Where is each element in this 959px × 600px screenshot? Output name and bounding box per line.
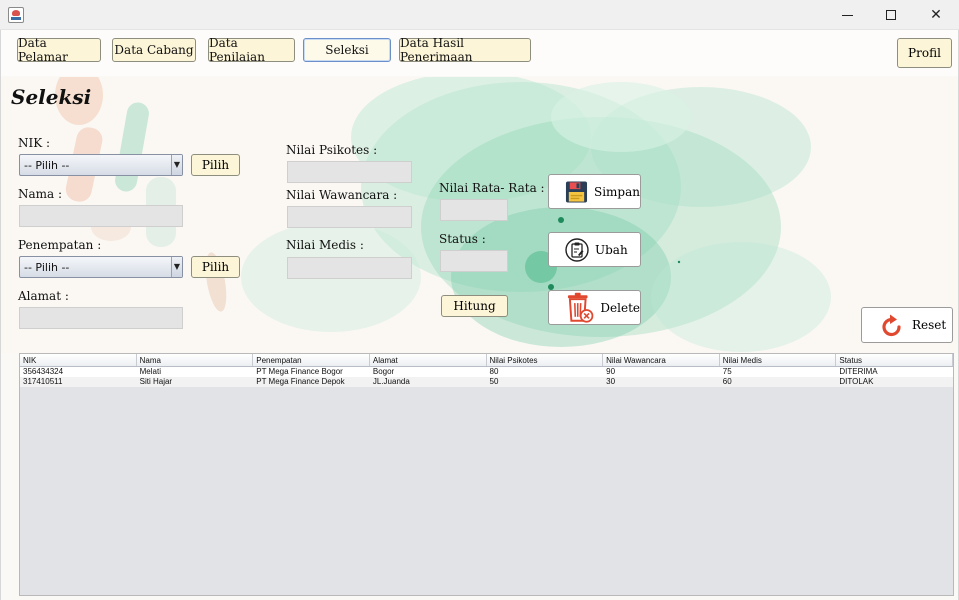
floppy-disk-icon <box>565 180 588 203</box>
pilih-penempatan-button[interactable]: Pilih <box>191 256 240 278</box>
table-cell: DITERIMA <box>839 367 878 376</box>
java-app-icon <box>8 7 24 23</box>
close-button[interactable]: ✕ <box>913 0 959 30</box>
table-cell: 317410511 <box>23 377 63 386</box>
column-header-nilai-psikotes[interactable]: Nilai Psikotes <box>487 354 604 366</box>
nav-data-penilaian-button[interactable]: Data Penilaian <box>208 36 295 64</box>
table-cell: 90 <box>606 367 616 376</box>
nama-field[interactable] <box>19 205 183 227</box>
nav-data-hasil-penerimaan-button[interactable]: Data Hasil Penerimaan <box>399 36 531 64</box>
ubah-button-label: Ubah <box>595 242 628 257</box>
nav-data-pelamar-button[interactable]: Data Pelamar <box>17 36 101 64</box>
reset-button[interactable]: Reset <box>861 307 953 343</box>
alamat-field[interactable] <box>19 307 183 329</box>
table-cell: 30 <box>606 377 616 386</box>
table-cell: JL.Juanda <box>372 377 410 386</box>
penempatan-label: Penempatan : <box>18 238 102 252</box>
close-icon: ✕ <box>930 7 942 23</box>
nik-label: NIK : <box>18 136 51 150</box>
minimize-icon <box>841 14 853 16</box>
trash-delete-icon <box>567 292 594 323</box>
nav-seleksi-button[interactable]: Seleksi <box>303 38 391 62</box>
column-header-status[interactable]: Status <box>836 354 953 366</box>
table-cell: Melati <box>139 367 161 376</box>
table-cell: 50 <box>489 377 499 386</box>
simpan-button-label: Simpan <box>593 184 640 199</box>
simpan-button[interactable]: Simpan <box>548 174 641 209</box>
hitung-button[interactable]: Hitung <box>441 295 508 317</box>
column-header-penempatan[interactable]: Penempatan <box>253 354 370 366</box>
table-cell: 60 <box>722 377 732 386</box>
table-cell: PT Mega Finance Depok <box>256 377 345 386</box>
column-header-alamat[interactable]: Alamat <box>370 354 487 366</box>
table-cell: 75 <box>722 367 732 376</box>
seleksi-form-panel: Seleksi NIK : -- Pilih -- ▼ Pilih Nama :… <box>1 77 958 353</box>
column-header-nik[interactable]: NIK <box>20 354 137 366</box>
nilai-wawancara-field[interactable] <box>287 206 412 228</box>
title-bar: ✕ <box>0 0 959 30</box>
nilai-psikotes-field[interactable] <box>287 161 412 183</box>
alamat-label: Alamat : <box>18 289 69 303</box>
reset-arrow-icon <box>882 314 901 337</box>
pilih-nik-button[interactable]: Pilih <box>191 154 240 176</box>
penempatan-combobox[interactable]: -- Pilih -- ▼ <box>19 256 183 278</box>
dropdown-arrow-icon[interactable]: ▼ <box>171 155 182 175</box>
table-row[interactable]: 317410511 Siti Hajar PT Mega Finance Dep… <box>20 377 953 387</box>
nik-combobox-value: -- Pilih -- <box>24 159 70 172</box>
nav-data-cabang-button[interactable]: Data Cabang <box>112 38 196 62</box>
table-cell: PT Mega Finance Bogor <box>256 367 343 376</box>
nik-combobox[interactable]: -- Pilih -- ▼ <box>19 154 183 176</box>
status-field[interactable] <box>440 250 508 272</box>
page-title: Seleksi <box>11 85 92 109</box>
nilai-rata-rata-label: Nilai Rata- Rata : <box>439 181 545 195</box>
table-header: NIK Nama Penempatan Alamat Nilai Psikote… <box>20 354 953 367</box>
reset-button-label: Reset <box>912 318 947 332</box>
nama-label: Nama : <box>18 187 63 201</box>
nilai-psikotes-label: Nilai Psikotes : <box>286 143 378 157</box>
dropdown-arrow-icon[interactable]: ▼ <box>171 257 182 277</box>
nilai-wawancara-label: Nilai Wawancara : <box>286 188 398 202</box>
nilai-rata-rata-field[interactable] <box>440 199 508 221</box>
clipboard-edit-icon <box>565 237 589 262</box>
column-header-nilai-wawancara[interactable]: Nilai Wawancara <box>603 354 720 366</box>
nav-bar: Data Pelamar Data Cabang Data Penilaian … <box>1 30 958 76</box>
table-cell: 356434324 <box>23 367 64 376</box>
nilai-medis-field[interactable] <box>287 257 412 279</box>
penempatan-combobox-value: -- Pilih -- <box>24 261 70 274</box>
seleksi-table[interactable]: NIK Nama Penempatan Alamat Nilai Psikote… <box>19 353 954 596</box>
ubah-button[interactable]: Ubah <box>548 232 641 267</box>
table-cell: Siti Hajar <box>139 377 173 386</box>
maximize-icon <box>886 10 896 20</box>
nilai-medis-label: Nilai Medis : <box>286 238 364 252</box>
delete-button[interactable]: Delete <box>548 290 641 325</box>
delete-button-label: Delete <box>600 300 640 315</box>
table-cell: DITOLAK <box>839 377 874 386</box>
table-cell: Bogor <box>372 367 395 376</box>
column-header-nama[interactable]: Nama <box>137 354 254 366</box>
column-header-nilai-medis[interactable]: Nilai Medis <box>720 354 837 366</box>
main-window: Data Pelamar Data Cabang Data Penilaian … <box>0 30 959 600</box>
maximize-button[interactable] <box>868 0 914 30</box>
table-row[interactable]: 356434324 Melati PT Mega Finance Bogor B… <box>20 367 953 377</box>
table-cell: 80 <box>489 367 499 376</box>
minimize-button[interactable] <box>824 0 870 30</box>
status-label: Status : <box>439 232 486 246</box>
profil-button[interactable]: Profil <box>897 38 952 68</box>
